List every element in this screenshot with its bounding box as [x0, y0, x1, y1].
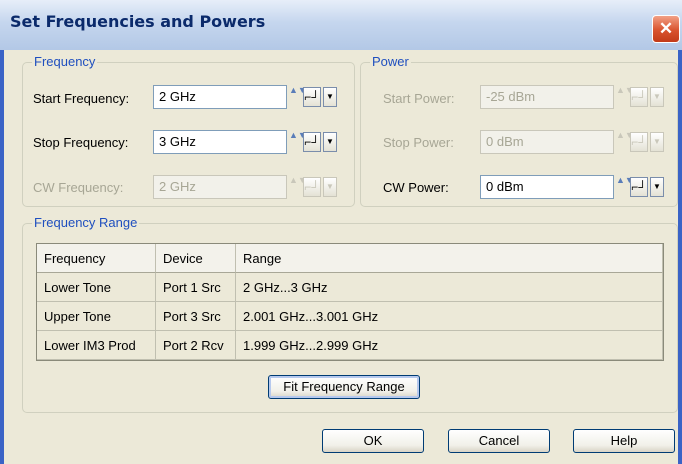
table-cell-frequency: Upper Tone — [37, 302, 156, 331]
cw-power-dropdown-icon[interactable]: ▼ — [650, 177, 664, 197]
frequency-group-legend: Frequency — [32, 54, 98, 69]
cw-power-input[interactable]: 0 dBm — [480, 175, 614, 199]
table-cell-range: 2.001 GHz...3.001 GHz — [236, 302, 663, 331]
start-power-step-icon: ⌐┘ — [630, 87, 648, 107]
stop-power-input: 0 dBm — [480, 130, 614, 154]
fit-frequency-range-button[interactable]: Fit Frequency Range — [268, 375, 420, 399]
window-title: Set Frequencies and Powers — [10, 12, 266, 31]
cw-power-label: CW Power: — [383, 180, 449, 195]
cw-power-step-icon[interactable]: ⌐┘ — [630, 177, 648, 197]
start-power-input: -25 dBm — [480, 85, 614, 109]
table-cell-range: 1.999 GHz...2.999 GHz — [236, 331, 663, 360]
column-header-device[interactable]: Device — [156, 244, 236, 273]
start-power-dropdown-icon: ▼ — [650, 87, 664, 107]
dialog-window: Set Frequencies and Powers ✕ Frequency S… — [0, 0, 682, 464]
stop-frequency-dropdown-icon[interactable]: ▼ — [323, 132, 337, 152]
cw-frequency-step-icon: ⌐┘ — [303, 177, 321, 197]
table-row[interactable]: Lower IM3 Prod Port 2 Rcv 1.999 GHz...2.… — [37, 331, 663, 360]
cancel-button[interactable]: Cancel — [448, 429, 550, 453]
column-header-range[interactable]: Range — [236, 244, 663, 273]
stop-frequency-spinner[interactable]: ▲▼ — [289, 130, 307, 154]
stop-power-step-icon: ⌐┘ — [630, 132, 648, 152]
cw-power-spinner[interactable]: ▲▼ — [616, 175, 634, 199]
start-power-label: Start Power: — [383, 91, 455, 106]
start-frequency-label: Start Frequency: — [33, 91, 130, 106]
stop-frequency-input[interactable]: 3 GHz — [153, 130, 287, 154]
ok-button[interactable]: OK — [322, 429, 424, 453]
table-cell-frequency: Lower Tone — [37, 273, 156, 302]
start-frequency-step-icon[interactable]: ⌐┘ — [303, 87, 321, 107]
table-cell-device: Port 2 Rcv — [156, 331, 236, 360]
frequency-range-table: Frequency Device Range Lower Tone Port 1… — [36, 243, 664, 361]
table-cell-range: 2 GHz...3 GHz — [236, 273, 663, 302]
table-cell-frequency: Lower IM3 Prod — [37, 331, 156, 360]
window-left-border — [0, 50, 4, 464]
cw-frequency-dropdown-icon: ▼ — [323, 177, 337, 197]
table-cell-device: Port 3 Src — [156, 302, 236, 331]
frequency-range-legend: Frequency Range — [32, 215, 140, 230]
stop-power-dropdown-icon: ▼ — [650, 132, 664, 152]
start-power-spinner: ▲▼ — [616, 85, 634, 95]
cw-frequency-spinner: ▲▼ — [289, 175, 307, 185]
help-button[interactable]: Help — [573, 429, 675, 453]
start-frequency-input[interactable]: 2 GHz — [153, 85, 287, 109]
close-button[interactable]: ✕ — [652, 15, 680, 43]
start-frequency-spinner[interactable]: ▲▼ — [289, 85, 307, 109]
table-row[interactable]: Upper Tone Port 3 Src 2.001 GHz...3.001 … — [37, 302, 663, 331]
stop-power-label: Stop Power: — [383, 135, 454, 150]
title-bar[interactable]: Set Frequencies and Powers ✕ — [0, 0, 682, 50]
table-row[interactable]: Lower Tone Port 1 Src 2 GHz...3 GHz — [37, 273, 663, 302]
window-right-border — [678, 50, 682, 464]
start-frequency-dropdown-icon[interactable]: ▼ — [323, 87, 337, 107]
cw-frequency-input: 2 GHz — [153, 175, 287, 199]
stop-frequency-step-icon[interactable]: ⌐┘ — [303, 132, 321, 152]
stop-frequency-label: Stop Frequency: — [33, 135, 129, 150]
stop-power-spinner: ▲▼ — [616, 130, 634, 140]
column-header-frequency[interactable]: Frequency — [37, 244, 156, 273]
table-cell-device: Port 1 Src — [156, 273, 236, 302]
cw-frequency-label: CW Frequency: — [33, 180, 124, 195]
power-group-legend: Power — [370, 54, 411, 69]
